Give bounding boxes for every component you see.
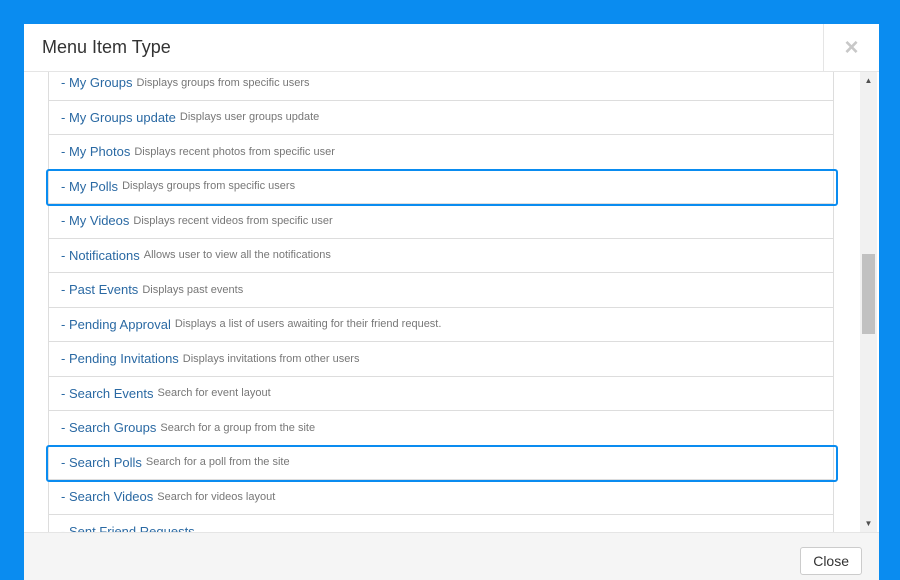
menu-item-description: Search for event layout [157,387,271,400]
menu-item-title[interactable]: - Pending Invitations [61,351,179,366]
menu-item-title[interactable]: - My Groups update [61,110,176,125]
modal-footer: Close [24,532,879,580]
list-item[interactable]: - My Videos Displays recent videos from s… [49,204,833,239]
menu-item-description: Search for a poll from the site [145,456,290,469]
menu-item-title[interactable]: - Search Polls [61,455,142,470]
menu-item-description: Displays invitations from other users [182,352,360,365]
menu-item-title[interactable]: - Past Events [61,282,138,297]
list-item[interactable]: - Search Videos Search for videos layout [49,480,833,515]
menu-item-description: Displays groups from specific users [136,76,310,89]
menu-item-description: Displays user groups update [179,111,320,124]
list-item[interactable]: - My Groups update Displays user groups u… [49,101,833,135]
list-item[interactable]: - Pending Approval Displays a list of use… [49,308,833,342]
list-item[interactable]: - My Photos Displays recent photos from s… [49,135,833,170]
menu-item-description: Displays recent photos from specific use… [134,145,335,158]
menu-item-type-list: - My Groups Displays groups from specific… [48,72,834,532]
list-item[interactable]: - My Groups Displays groups from specific… [49,72,833,101]
list-item[interactable]: - Pending Invitations Displays invitation… [49,342,833,377]
menu-item-title[interactable]: - Search Videos [61,489,153,504]
menu-item-title[interactable]: - Notifications [61,248,140,263]
modal-body: - My Groups Displays groups from specific… [24,72,879,532]
menu-item-title[interactable]: - Sent Friend Requests [61,524,195,532]
menu-item-description: Displays a list of users awaiting for th… [174,318,442,331]
list-item[interactable]: - Past Events Displays past events [49,273,833,308]
menu-item-description: Allows user to view all the notification… [143,249,331,262]
list-item[interactable]: - Notifications Allows user to view all t… [49,239,833,273]
menu-item-description: Displays past events [142,283,244,296]
menu-item-description: Displays groups from specific users [122,180,296,193]
list-item[interactable]: - Search Groups Search for a group from t… [49,411,833,446]
menu-item-description: Search for videos layout [157,490,276,503]
close-button[interactable]: Close [800,547,862,575]
menu-item-title[interactable]: - Search Groups [61,420,156,435]
scroll-up-icon[interactable]: ▲ [860,72,877,89]
menu-item-title[interactable]: - My Videos [61,213,129,228]
modal-header: Menu Item Type × [24,24,879,72]
list-item[interactable]: - Search Polls Search for a poll from the… [49,446,833,480]
menu-item-title[interactable]: - My Polls [61,179,118,194]
close-icon[interactable]: × [823,24,879,72]
menu-item-title[interactable]: - Search Events [61,386,154,401]
menu-item-title[interactable]: - Pending Approval [61,317,171,332]
scroll-thumb[interactable] [862,254,875,334]
menu-item-description: Search for a group from the site [160,421,316,434]
scrollbar[interactable]: ▲ ▼ [860,72,877,532]
menu-item-title[interactable]: - My Photos [61,144,130,159]
menu-item-description: Displays recent videos from specific use… [133,214,333,227]
menu-item-type-modal: Menu Item Type × - My Groups Displays gro… [24,24,879,580]
list-item[interactable]: - Sent Friend Requests [49,515,833,532]
scroll-down-icon[interactable]: ▼ [860,515,877,532]
modal-title: Menu Item Type [42,37,171,57]
list-item[interactable]: - My Polls Displays groups from specific … [49,170,833,204]
menu-item-title[interactable]: - My Groups [61,75,133,90]
list-item[interactable]: - Search Events Search for event layout [49,377,833,411]
